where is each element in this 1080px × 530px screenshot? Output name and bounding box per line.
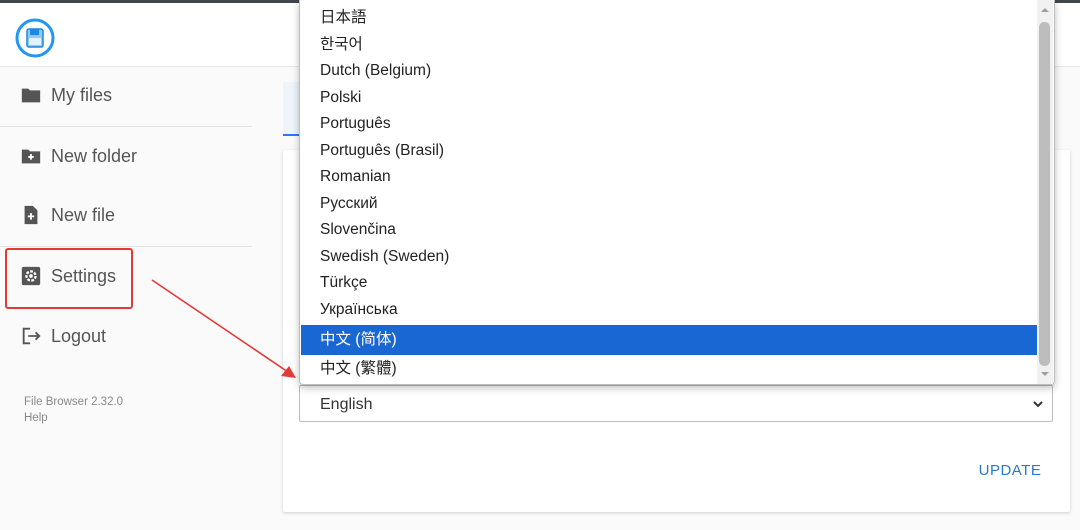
folder-icon bbox=[21, 88, 41, 103]
language-option[interactable]: Українська bbox=[301, 297, 1037, 324]
sidebar-item-new-file[interactable]: New file bbox=[0, 186, 252, 244]
language-option[interactable]: 한국어 bbox=[301, 32, 1037, 59]
sidebar-item-label: Logout bbox=[51, 325, 107, 346]
language-option[interactable]: Dutch (Belgium) bbox=[301, 58, 1037, 85]
language-option[interactable]: 日本語 bbox=[301, 5, 1037, 32]
language-option[interactable]: 中文 (繁體) bbox=[301, 356, 1037, 383]
floppy-disk-icon[interactable] bbox=[15, 18, 55, 58]
language-option[interactable]: Português bbox=[301, 111, 1037, 138]
sidebar-item-new-folder[interactable]: New folder bbox=[0, 127, 252, 185]
language-option[interactable]: Polski bbox=[301, 85, 1037, 112]
sidebar-item-logout[interactable]: Logout bbox=[0, 307, 252, 365]
scroll-down-arrow-icon[interactable] bbox=[1040, 370, 1050, 378]
language-dropdown-list: 日本語 한국어 Dutch (Belgium) Polski Português… bbox=[299, 0, 1055, 385]
language-option[interactable]: Slovenčina bbox=[301, 217, 1037, 244]
language-option[interactable]: Swedish (Sweden) bbox=[301, 244, 1037, 271]
new-file-icon bbox=[24, 205, 38, 225]
scroll-up-arrow-icon[interactable] bbox=[1040, 6, 1050, 14]
app-version: File Browser 2.32.0 bbox=[24, 396, 124, 408]
sidebar-item-label: New file bbox=[51, 204, 116, 225]
new-folder-icon bbox=[21, 149, 41, 164]
language-select[interactable]: English bbox=[299, 385, 1053, 422]
chevron-down-icon bbox=[1033, 401, 1043, 408]
language-option[interactable]: Romanian bbox=[301, 164, 1037, 191]
logout-icon bbox=[22, 327, 41, 345]
help-link[interactable]: Help bbox=[24, 410, 48, 426]
dropdown-scrollbar-thumb[interactable] bbox=[1039, 22, 1050, 366]
language-option[interactable]: Türkçe bbox=[301, 270, 1037, 297]
language-option-highlighted[interactable]: 中文 (简体) bbox=[301, 325, 1037, 355]
language-option[interactable]: Русский bbox=[301, 191, 1037, 218]
language-option[interactable]: Português (Brasil) bbox=[301, 138, 1037, 165]
sidebar-item-my-files[interactable]: My files bbox=[0, 66, 252, 124]
annotation-highlight-box bbox=[5, 248, 133, 309]
update-button[interactable]: UPDATE bbox=[970, 456, 1050, 486]
language-select-value: English bbox=[320, 396, 373, 413]
sidebar-item-label: New folder bbox=[51, 145, 138, 166]
sidebar-item-label: My files bbox=[51, 84, 113, 105]
